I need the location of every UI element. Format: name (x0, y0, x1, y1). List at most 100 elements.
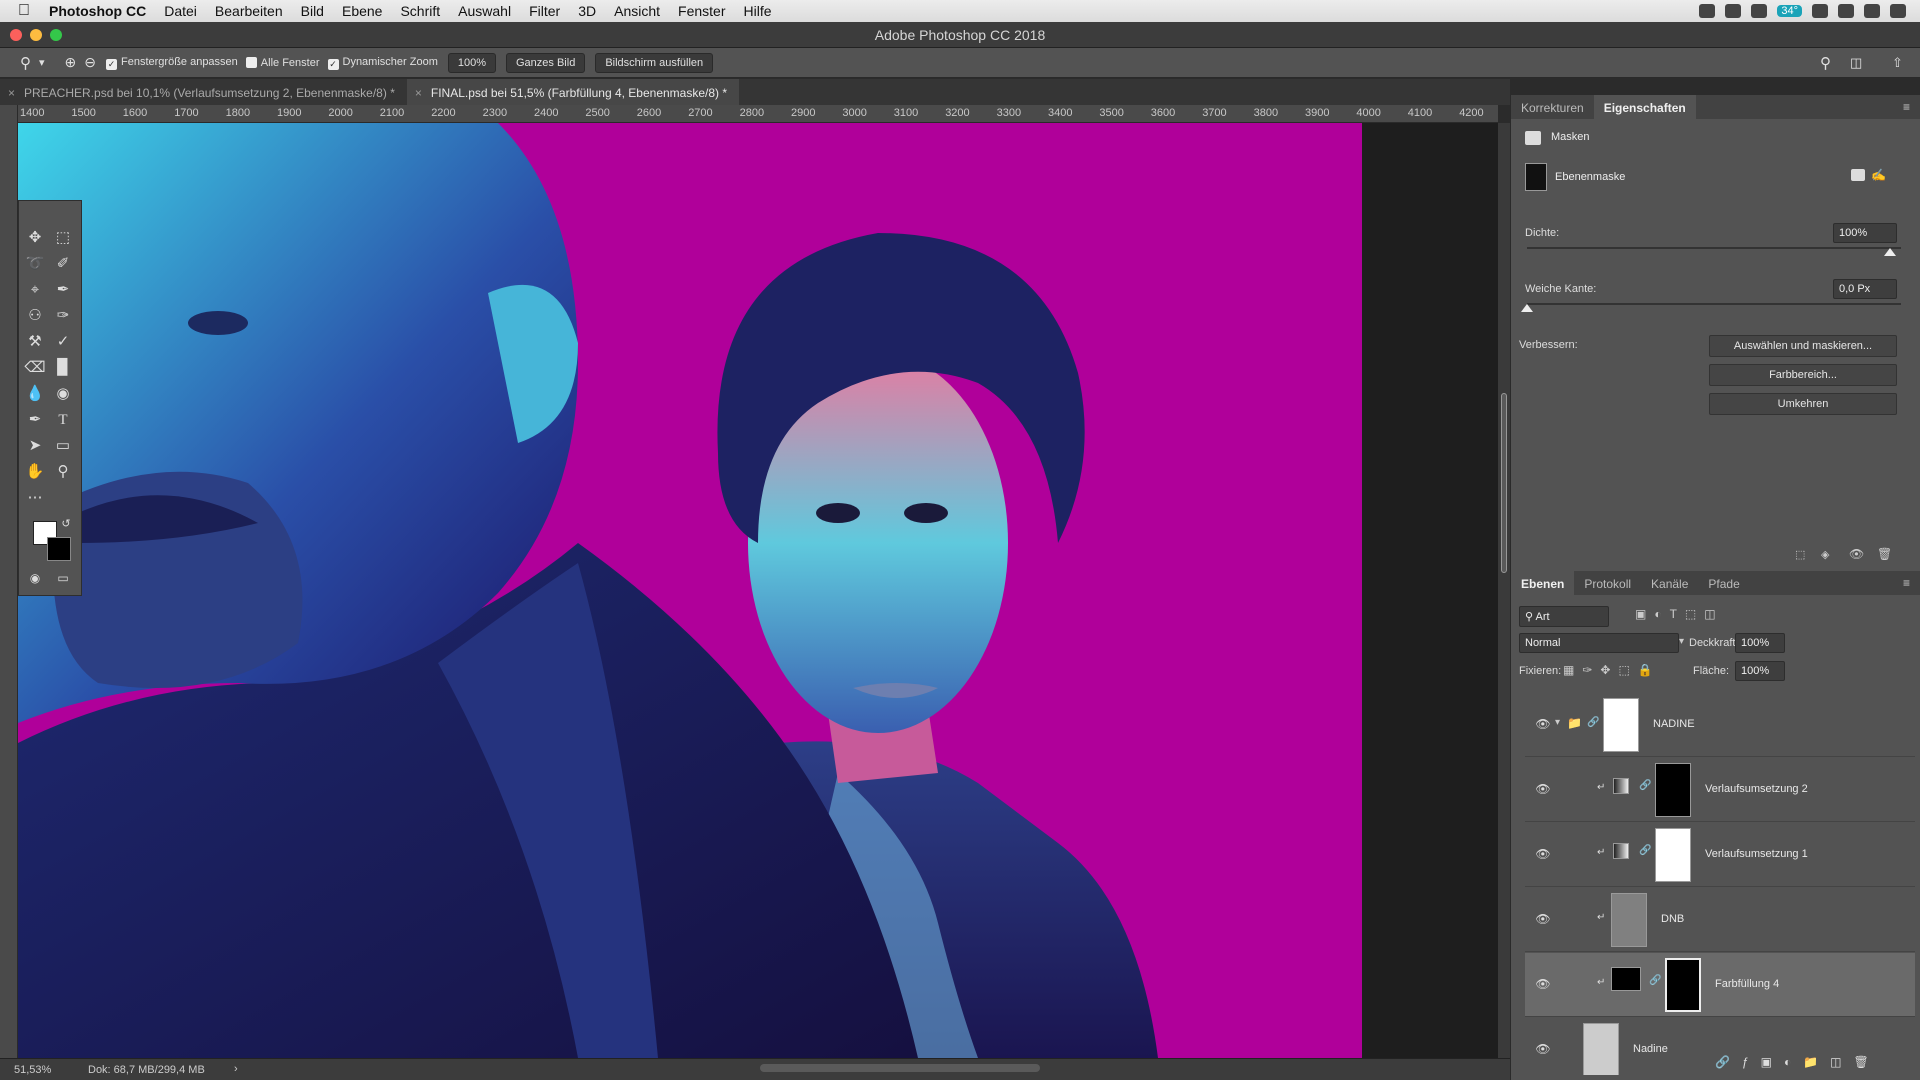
zoom-100-button[interactable]: 100% (447, 52, 496, 73)
tab-ebenen[interactable]: Ebenen (1511, 571, 1575, 595)
menu-bearbeiten[interactable]: Bearbeiten (206, 3, 292, 19)
fill-field[interactable]: 100% (1735, 661, 1785, 681)
menu-ansicht[interactable]: Ansicht (605, 3, 669, 19)
color-range-button[interactable]: Farbbereich... (1709, 364, 1897, 386)
vector-mask-icon[interactable]: ✍ (1871, 168, 1886, 182)
panel-menu-icon[interactable]: ≡ (1903, 100, 1910, 114)
eye-icon[interactable]: 👁 (1535, 717, 1551, 731)
load-selection-icon[interactable]: ⬚ (1795, 548, 1805, 561)
search-icon[interactable]: ⚲ (1820, 54, 1831, 72)
tab-final[interactable]: × FINAL.psd bei 51,5% (Farbfüllung 4, Eb… (406, 79, 740, 105)
fit-screen-button[interactable]: Ganzes Bild (506, 52, 586, 73)
type-tool-icon[interactable]: T (52, 409, 74, 431)
marquee-tool-icon[interactable]: ⬚ (52, 227, 74, 249)
layer-row-verlauf-2[interactable]: 👁 ↵ 🔗 Verlaufsumsetzung 2 (1525, 758, 1915, 822)
notification-icon[interactable] (1890, 4, 1906, 18)
menu-auswahl[interactable]: Auswahl (449, 3, 520, 19)
hand-tool-icon[interactable]: ✋ (24, 461, 46, 483)
display-icon[interactable] (1751, 4, 1768, 18)
chevron-down-icon[interactable]: ▾ (1555, 717, 1560, 728)
wifi-icon[interactable] (1812, 4, 1828, 18)
eye-icon[interactable]: 👁 (1535, 1042, 1551, 1056)
resize-windows-checkbox[interactable]: ✓ Fenstergröße anpassen (106, 56, 238, 70)
crop-tool-icon[interactable]: ⌖ (24, 279, 46, 301)
menu-app-name[interactable]: Photoshop CC (40, 3, 155, 19)
tab-pfade[interactable]: Pfade (1698, 571, 1749, 595)
quick-mask-icon[interactable]: ◉ (24, 567, 46, 589)
density-slider-track[interactable] (1527, 247, 1901, 249)
tab-protokoll[interactable]: Protokoll (1574, 571, 1641, 595)
dropbox-icon[interactable] (1725, 4, 1742, 18)
healing-brush-icon[interactable]: ⚇ (24, 305, 46, 327)
visibility-eye-icon[interactable]: 👁 (1849, 547, 1864, 561)
tab-kanaele[interactable]: Kanäle (1641, 571, 1698, 595)
layer-row-farbfuellung-4[interactable]: 👁 ↵ 🔗 Farbfüllung 4 (1525, 953, 1915, 1017)
chevron-down-icon[interactable]: ▾ (1679, 636, 1684, 647)
horizontal-scrollbar-thumb[interactable] (760, 1064, 1040, 1072)
workspace-icon[interactable]: ◫ (1850, 55, 1862, 71)
pen-tool-icon[interactable]: ✒ (24, 409, 46, 431)
close-tab-icon[interactable]: × (8, 86, 15, 100)
quick-select-tool-icon[interactable]: ✐ (52, 253, 74, 275)
background-color-swatch[interactable] (47, 537, 71, 561)
layers-footer-icons[interactable]: 🔗ƒ▣◐📁◫🗑 (1715, 1055, 1881, 1069)
history-brush-icon[interactable]: ✓ (52, 331, 74, 353)
close-tab-icon[interactable]: × (415, 86, 422, 100)
opacity-field[interactable]: 100% (1735, 633, 1785, 653)
pixel-mask-icon[interactable] (1851, 169, 1865, 181)
zoom-tool-icon[interactable]: ⚲ (20, 54, 31, 72)
invert-button[interactable]: Umkehren (1709, 393, 1897, 415)
tab-korrekturen[interactable]: Korrekturen (1511, 95, 1594, 119)
swap-colors-icon[interactable]: ↺ (55, 513, 77, 535)
record-icon[interactable] (1699, 4, 1716, 18)
layer-row-verlauf-1[interactable]: 👁 ↵ 🔗 Verlaufsumsetzung 1 (1525, 823, 1915, 887)
menu-schrift[interactable]: Schrift (391, 3, 449, 19)
density-slider-knob[interactable] (1884, 248, 1896, 256)
status-menu-arrow[interactable]: › (234, 1063, 238, 1075)
menu-datei[interactable]: Datei (155, 3, 206, 19)
density-field[interactable]: 100% (1833, 223, 1897, 243)
lasso-tool-icon[interactable]: ➰ (24, 253, 46, 275)
menu-ebene[interactable]: Ebene (333, 3, 391, 19)
zoom-level[interactable]: 51,53% (14, 1064, 51, 1076)
clone-stamp-icon[interactable]: ⚒ (24, 331, 46, 353)
menu-fenster[interactable]: Fenster (669, 3, 734, 19)
blur-tool-icon[interactable]: 💧 (24, 383, 46, 405)
vertical-scrollbar[interactable] (1498, 123, 1510, 1058)
layer-row-dnb[interactable]: 👁 ↵ DNB (1525, 888, 1915, 952)
select-and-mask-button[interactable]: Auswählen und maskieren... (1709, 335, 1897, 357)
eye-icon[interactable]: 👁 (1535, 912, 1551, 926)
rectangle-tool-icon[interactable]: ▭ (52, 435, 74, 457)
menu-bild[interactable]: Bild (292, 3, 333, 19)
layer-row-nadine-group[interactable]: 👁 ▾ 📁 🔗 NADINE (1525, 693, 1915, 757)
blend-mode-select[interactable]: Normal (1519, 633, 1679, 653)
apply-mask-icon[interactable]: ◈ (1821, 548, 1829, 561)
tab-eigenschaften[interactable]: Eigenschaften (1593, 95, 1696, 119)
share-icon[interactable]: ⇧ (1892, 55, 1903, 71)
eye-icon[interactable]: 👁 (1535, 782, 1551, 796)
apple-menu-icon[interactable]:  (18, 2, 40, 20)
feather-slider-knob[interactable] (1521, 304, 1533, 312)
scrubby-zoom-checkbox[interactable]: ✓ Dynamischer Zoom (327, 56, 438, 70)
layer-filter-select[interactable]: ⚲ Art (1519, 606, 1609, 627)
path-select-icon[interactable]: ➤ (24, 435, 46, 457)
dodge-tool-icon[interactable]: ◉ (52, 383, 74, 405)
menu-3d[interactable]: 3D (569, 3, 605, 19)
panel-menu-icon[interactable]: ≡ (1903, 576, 1910, 590)
gradient-tool-icon[interactable]: ▉ (52, 357, 74, 379)
zoom-in-icon[interactable]: ⊕ (65, 54, 77, 71)
battery-icon[interactable] (1838, 4, 1854, 18)
move-tool-icon[interactable]: ✥ (24, 227, 46, 249)
menu-filter[interactable]: Filter (520, 3, 569, 19)
eye-icon[interactable]: 👁 (1535, 847, 1551, 861)
eyedropper-tool-icon[interactable]: ✒ (52, 279, 74, 301)
eraser-tool-icon[interactable]: ⌫ (24, 357, 46, 379)
battery-badge[interactable]: 34° (1777, 5, 1802, 17)
more-tools-icon[interactable]: ⋯ (24, 487, 46, 509)
screen-mode-icon[interactable]: ▭ (52, 567, 74, 589)
trash-icon[interactable]: 🗑 (1877, 547, 1892, 561)
lock-icons[interactable]: ▦✑✥⬚🔒 (1563, 663, 1661, 677)
layer-filter-icons[interactable]: ▣◐T⬚◫ (1635, 607, 1724, 621)
tab-preacher[interactable]: × PREACHER.psd bei 10,1% (Verlaufsumsetz… (0, 79, 407, 105)
zoom-out-icon[interactable]: ⊖ (84, 54, 96, 71)
